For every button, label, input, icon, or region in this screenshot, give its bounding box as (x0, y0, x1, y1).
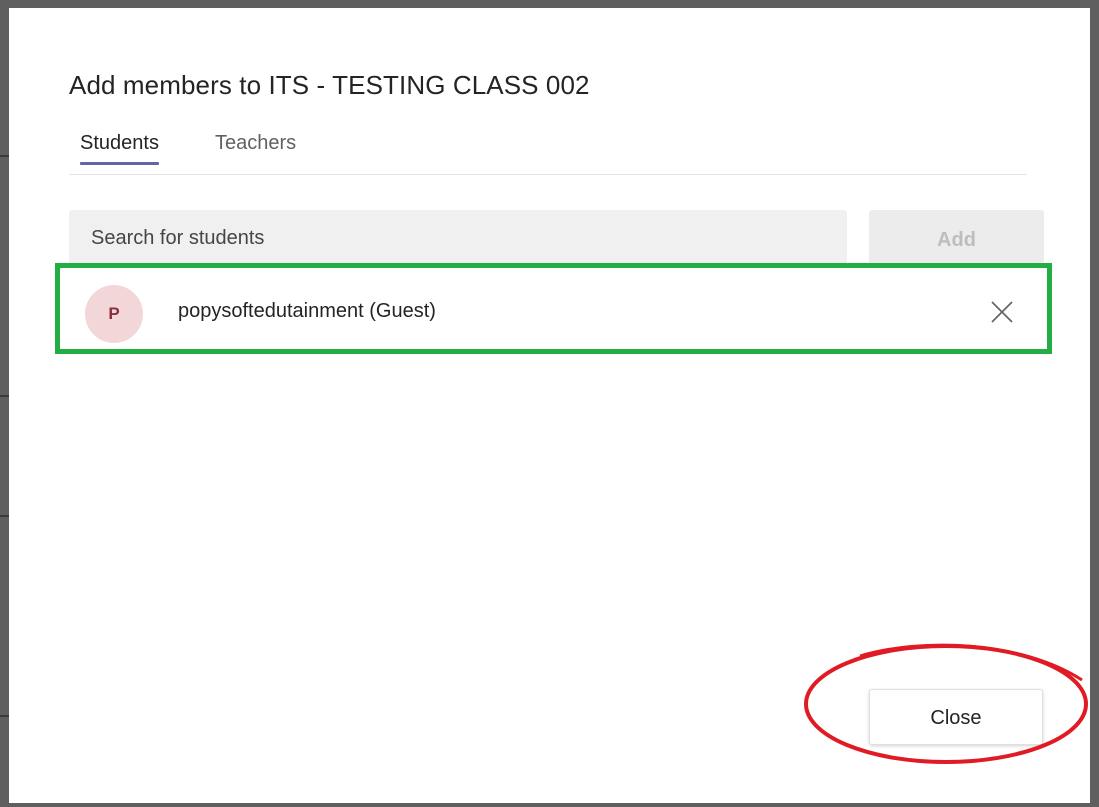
edge-marker (0, 155, 9, 157)
close-icon[interactable] (984, 294, 1020, 330)
member-name: popysoftedutainment (Guest) (178, 300, 436, 322)
close-button[interactable]: Close (869, 689, 1043, 745)
add-button[interactable]: Add (869, 210, 1044, 264)
selected-member-row: P popysoftedutainment (Guest) (55, 263, 1052, 354)
edge-marker (0, 515, 9, 517)
search-students-input[interactable]: Search for students (69, 210, 847, 264)
edge-marker (0, 395, 9, 397)
dialog-title: Add members to ITS - TESTING CLASS 002 (69, 70, 590, 100)
edge-marker (0, 715, 9, 717)
add-members-dialog: Add members to ITS - TESTING CLASS 002 S… (9, 8, 1090, 803)
tab-teachers[interactable]: Teachers (215, 132, 296, 165)
member-type-tabs: Students Teachers (69, 132, 1027, 175)
avatar: P (85, 285, 143, 343)
tab-students[interactable]: Students (80, 132, 159, 165)
window-backdrop: Add members to ITS - TESTING CLASS 002 S… (0, 0, 1099, 807)
